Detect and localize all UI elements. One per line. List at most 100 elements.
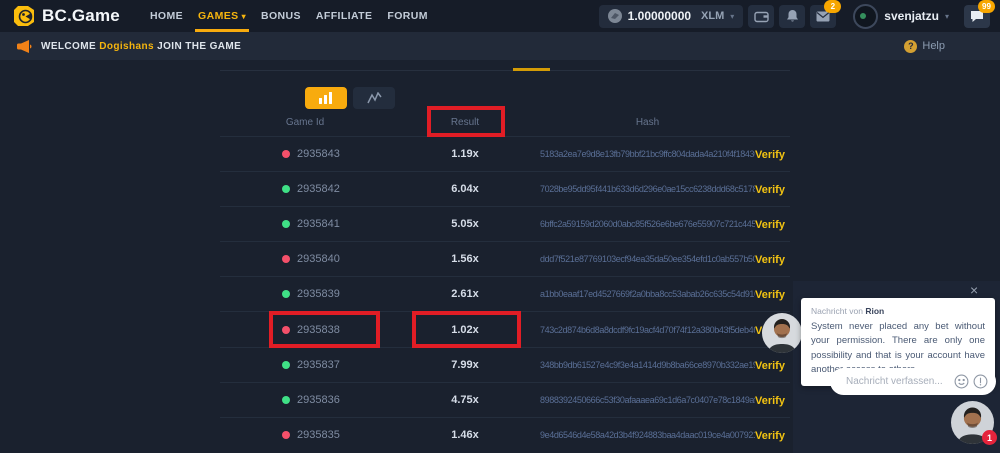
balance-selector[interactable]: 1.00000000 XLM ▾ bbox=[599, 5, 744, 28]
help-button[interactable]: ? Help bbox=[904, 40, 945, 53]
status-dot bbox=[282, 220, 290, 228]
megaphone-icon bbox=[17, 40, 32, 53]
trend-view-button[interactable] bbox=[353, 87, 395, 109]
header-right: 1.00000000 XLM ▾ bbox=[599, 4, 990, 29]
table-row: 2935839 2.61x a1bb0eaaf17ed4527669f2a0bb… bbox=[220, 277, 790, 312]
chevron-down-icon: ▾ bbox=[730, 12, 734, 21]
status-dot bbox=[282, 255, 290, 263]
chat-avatar[interactable]: 1 bbox=[951, 401, 994, 444]
table-row: 2935836 4.75x 8988392450666c53f30afaaaea… bbox=[220, 383, 790, 418]
view-toggle bbox=[305, 87, 395, 109]
game-id: 2935843 bbox=[297, 148, 340, 160]
chevron-down-icon: ▾ bbox=[945, 12, 949, 21]
table-row: 2935843 1.19x 5183a2ea7e9d8e13fb79bbf21b… bbox=[220, 137, 790, 172]
announcement-bar: WELCOME Dogishans JOIN THE GAME ? Help bbox=[0, 32, 1000, 60]
chat-toggle-button[interactable]: 99 bbox=[964, 5, 990, 28]
sender-avatar bbox=[762, 313, 802, 353]
logo[interactable]: BC.Game bbox=[13, 5, 120, 27]
username: svenjatzu bbox=[884, 9, 939, 23]
hash-value: 5183a2ea7e9d8e13fb79bbf21bc9ffc804dada4a… bbox=[540, 149, 755, 159]
emoji-icon[interactable] bbox=[954, 374, 969, 389]
hash-value: 8988392450666c53f30afaaaea69c1d6a7c0407e… bbox=[540, 395, 755, 405]
verify-link[interactable]: Verify bbox=[755, 395, 785, 407]
bell-icon bbox=[786, 9, 799, 23]
notifications-button[interactable] bbox=[779, 5, 805, 28]
chat-sender-name: Rion bbox=[865, 306, 884, 316]
hash-value: 9e4d6546d4e58a42d3b4f924883baa4daac019ce… bbox=[540, 430, 755, 440]
info-icon[interactable] bbox=[973, 374, 988, 389]
results-table-header: Game Id Result Hash bbox=[220, 108, 790, 137]
nav-games[interactable]: GAMES▾ bbox=[198, 0, 246, 32]
status-dot bbox=[282, 326, 290, 334]
coin-icon bbox=[608, 9, 622, 23]
table-row: 2935841 5.05x 6bffc2a59159d2060d0abc85f5… bbox=[220, 207, 790, 242]
question-icon: ? bbox=[904, 40, 917, 53]
result-value: 4.75x bbox=[390, 394, 540, 406]
status-dot bbox=[282, 290, 290, 298]
chat-count-badge: 99 bbox=[978, 0, 995, 13]
verify-link[interactable]: Verify bbox=[755, 430, 785, 442]
trend-line-icon bbox=[367, 92, 382, 104]
bar-chart-icon bbox=[318, 92, 334, 104]
hash-value: ddd7f521e87769103ecf94ea35da50ee354efd1c… bbox=[540, 254, 755, 264]
game-id: 2935836 bbox=[297, 394, 340, 406]
game-id: 2935842 bbox=[297, 183, 340, 195]
close-icon[interactable]: × bbox=[970, 283, 978, 297]
nav-home[interactable]: HOME bbox=[150, 0, 183, 32]
announcement-player-name: Dogishans bbox=[99, 41, 154, 52]
wallet-icon bbox=[754, 10, 769, 23]
chat-message-meta: Nachricht von Rion bbox=[811, 306, 985, 316]
verify-link[interactable]: Verify bbox=[755, 289, 785, 301]
table-row: 2935842 6.04x 7028be95dd95f441b633d6d296… bbox=[220, 172, 790, 207]
col-header-result: Result bbox=[390, 117, 540, 128]
status-dot bbox=[282, 361, 290, 369]
wallet-button[interactable] bbox=[748, 5, 774, 28]
help-label: Help bbox=[922, 40, 945, 52]
balance-amount: 1.00000000 bbox=[628, 9, 691, 23]
page: BC.Game HOME GAMES▾ BONUS AFFILIATE FORU… bbox=[0, 0, 1000, 453]
nav-bonus[interactable]: BONUS bbox=[261, 0, 301, 32]
verify-link[interactable]: Verify bbox=[755, 254, 785, 266]
chat-input-wrap bbox=[830, 368, 996, 395]
result-value: 7.99x bbox=[390, 359, 540, 371]
hash-value: 6bffc2a59159d2060d0abc85f526e6be676e5590… bbox=[540, 219, 755, 229]
list-view-button[interactable] bbox=[305, 87, 347, 109]
active-tab-indicator bbox=[513, 68, 550, 71]
verify-link[interactable]: Verify bbox=[755, 184, 785, 196]
result-value: 1.19x bbox=[390, 148, 540, 160]
game-id: 2935839 bbox=[297, 288, 340, 300]
status-dot bbox=[282, 396, 290, 404]
col-header-hash: Hash bbox=[540, 117, 755, 128]
game-id: 2935838 bbox=[297, 324, 340, 336]
announcement-text: WELCOME Dogishans JOIN THE GAME bbox=[41, 41, 241, 52]
messages-badge: 2 bbox=[824, 0, 841, 13]
user-avatar bbox=[853, 4, 878, 29]
hash-value: 7028be95dd95f441b633d6d296e0ae15cc6238dd… bbox=[540, 184, 755, 194]
results-table: Game Id Result Hash 2935843 1.19x 5183a2… bbox=[220, 108, 790, 453]
nav-affiliate[interactable]: AFFILIATE bbox=[316, 0, 372, 32]
top-header: BC.Game HOME GAMES▾ BONUS AFFILIATE FORU… bbox=[0, 0, 1000, 32]
verify-link[interactable]: Verify bbox=[755, 219, 785, 231]
result-value: 1.46x bbox=[390, 429, 540, 441]
chat-input[interactable] bbox=[844, 375, 950, 388]
nav-forum[interactable]: FORUM bbox=[387, 0, 428, 32]
game-id: 2935841 bbox=[297, 218, 340, 230]
logo-text: BC.Game bbox=[42, 6, 120, 26]
game-id: 2935840 bbox=[297, 253, 340, 265]
status-dot bbox=[282, 150, 290, 158]
verify-link[interactable]: Verify bbox=[755, 149, 785, 161]
result-value: 5.05x bbox=[390, 218, 540, 230]
bcgame-logo-icon bbox=[13, 5, 35, 27]
result-value: 1.56x bbox=[390, 253, 540, 265]
game-id: 2935835 bbox=[297, 429, 340, 441]
messages-button[interactable]: 2 bbox=[810, 5, 836, 28]
user-menu[interactable]: svenjatzu ▾ bbox=[853, 4, 949, 29]
chat-unread-badge: 1 bbox=[982, 430, 997, 445]
chevron-down-icon: ▾ bbox=[242, 12, 246, 21]
verify-link[interactable]: Verify bbox=[755, 360, 785, 372]
results-table-body: 2935843 1.19x 5183a2ea7e9d8e13fb79bbf21b… bbox=[220, 137, 790, 453]
hash-value: a1bb0eaaf17ed4527669f2a0bba8cc53abab26c6… bbox=[540, 289, 755, 299]
status-dot bbox=[282, 431, 290, 439]
status-dot bbox=[282, 185, 290, 193]
result-value: 6.04x bbox=[390, 183, 540, 195]
